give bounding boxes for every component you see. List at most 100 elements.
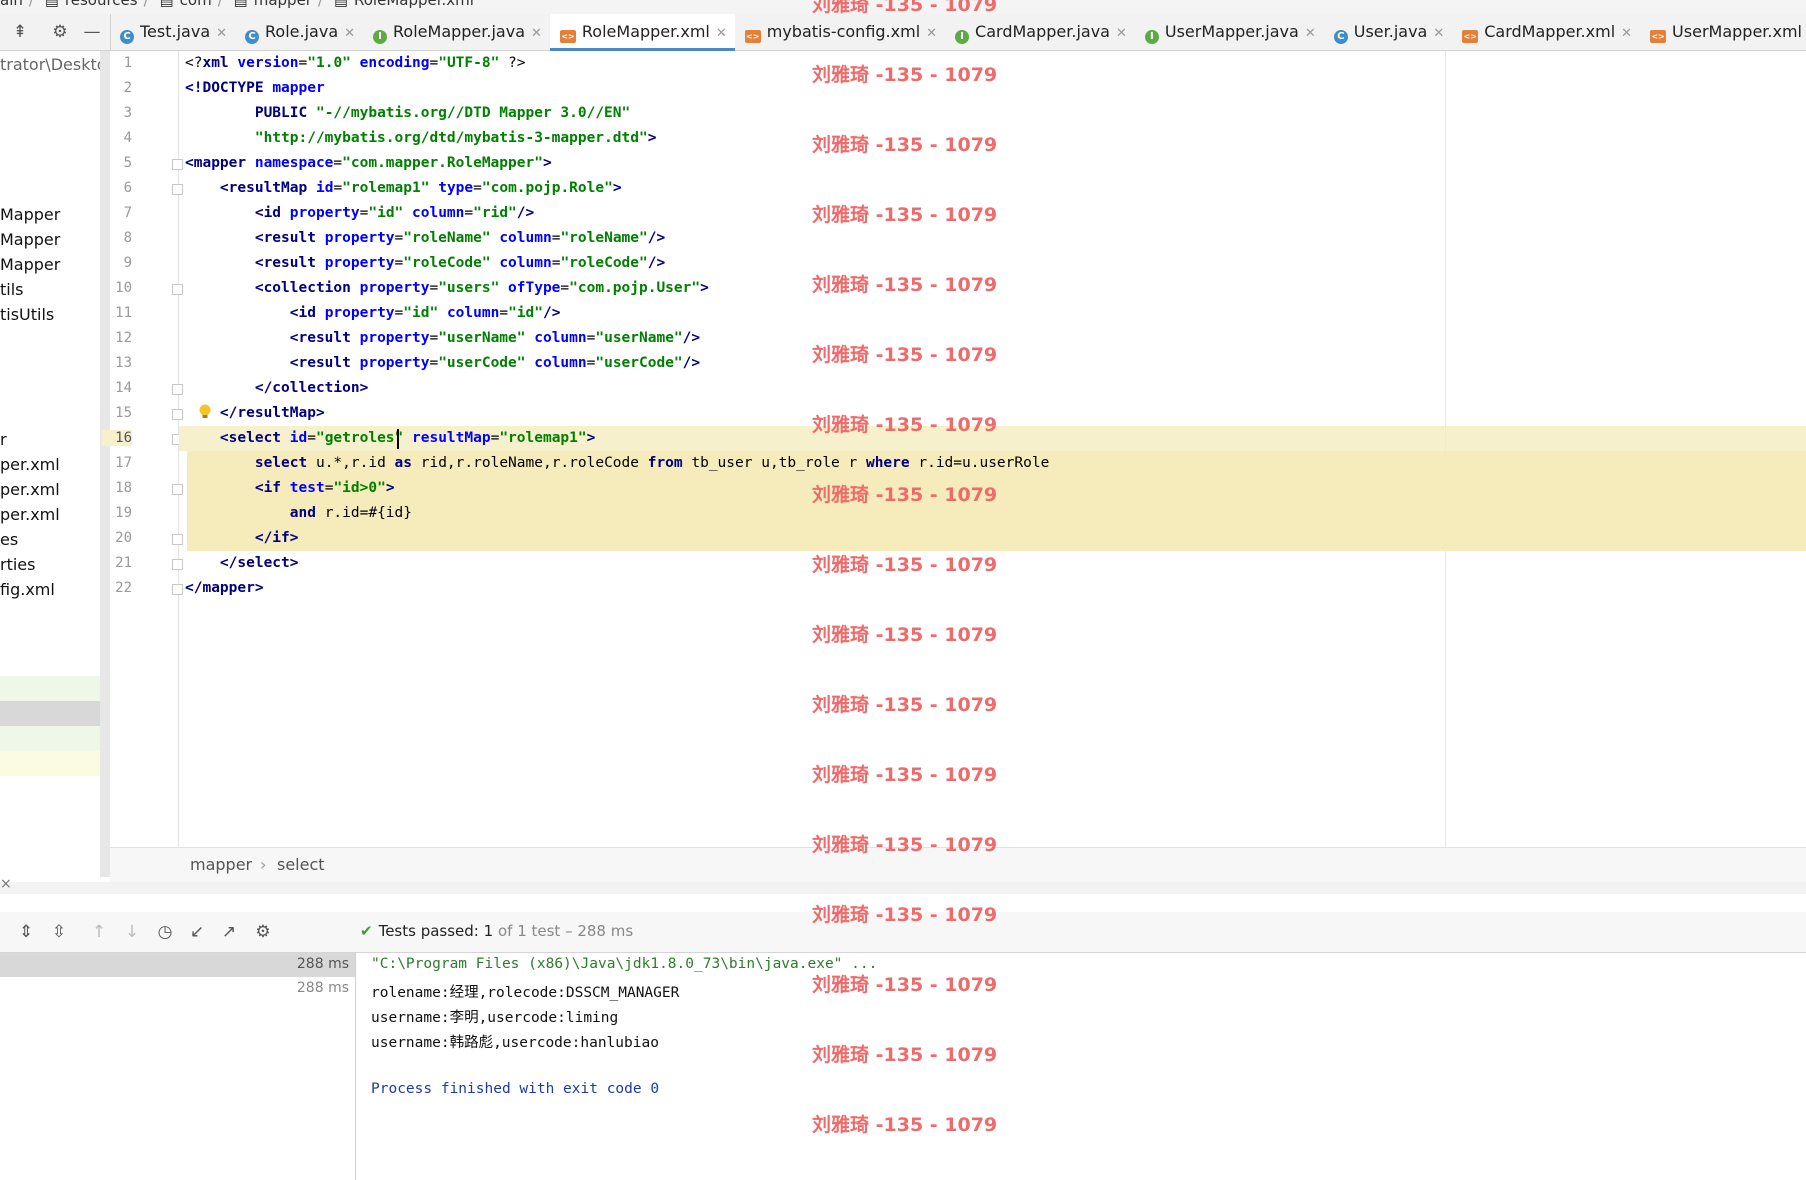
line-number: 13 bbox=[115, 355, 132, 371]
code-line-8: <result property="roleName" column="role… bbox=[254, 230, 666, 246]
line-number: 22 bbox=[115, 580, 132, 596]
tab-cardmapper-xml[interactable]: <> CardMapper.xml ✕ bbox=[1452, 14, 1640, 50]
java-interface-icon: I bbox=[955, 30, 970, 44]
xml-file-icon: <> bbox=[559, 30, 576, 43]
project-tree-item[interactable]: Mapper bbox=[0, 205, 60, 224]
project-tree-item[interactable]: Mapper bbox=[0, 255, 60, 274]
editor-tab-bar: ⇞ ⚙ — C Test.java ✕ C Role.java ✕ I RoleMapper.… bbox=[0, 14, 1806, 51]
code-line-1: <?xml version="1.0" encoding="UTF-8" ?> bbox=[185, 55, 526, 71]
project-tree-item[interactable]: per.xml bbox=[0, 480, 60, 499]
test-result-row[interactable]: 288 ms bbox=[0, 977, 355, 1001]
project-tree-item[interactable]: Mapper bbox=[0, 230, 60, 249]
code-line-15: </resultMap> bbox=[219, 405, 325, 421]
status-detail: of 1 test – 288 ms bbox=[497, 922, 634, 940]
code-line-2: <!DOCTYPE mapper bbox=[185, 80, 325, 96]
test-result-row[interactable]: 288 ms bbox=[0, 953, 355, 977]
tab-label: RoleMapper.xml bbox=[581, 22, 710, 41]
tree-selection bbox=[0, 701, 110, 726]
status-label: Tests passed: bbox=[378, 922, 479, 940]
collapse-all-icon[interactable]: ⇳ bbox=[49, 922, 69, 942]
check-icon: ✔ bbox=[360, 922, 373, 940]
export-icon[interactable]: ↗ bbox=[219, 922, 239, 942]
project-tree-item[interactable]: es bbox=[0, 530, 18, 549]
project-tree-item[interactable]: tisUtils bbox=[0, 305, 54, 324]
expand-all-icon[interactable]: ⇕ bbox=[16, 922, 36, 942]
project-tree-item[interactable]: tils bbox=[0, 280, 24, 299]
breadcrumb-item[interactable]: RoleMapper.xml bbox=[354, 0, 474, 9]
code-line-5: <mapper namespace="com.mapper.RoleMapper… bbox=[185, 155, 552, 171]
tab-user-java[interactable]: C User.java ✕ bbox=[1324, 14, 1453, 50]
close-icon[interactable]: ✕ bbox=[716, 26, 727, 41]
breadcrumb-item[interactable]: resources bbox=[65, 0, 138, 9]
right-margin-guide bbox=[1445, 51, 1446, 847]
line-number: 12 bbox=[115, 330, 132, 346]
breadcrumb-item[interactable]: ain bbox=[0, 0, 23, 9]
run-panel-header: × bbox=[0, 876, 1806, 894]
test-results-tree: 288 ms 288 ms bbox=[0, 953, 356, 1180]
close-icon[interactable]: × bbox=[0, 876, 12, 892]
line-number: 14 bbox=[115, 380, 132, 396]
tab-test-java[interactable]: C Test.java ✕ bbox=[110, 14, 235, 50]
close-icon[interactable]: ✕ bbox=[216, 26, 227, 41]
line-number: 21 bbox=[115, 555, 132, 571]
breadcrumb-item[interactable]: mapper bbox=[254, 0, 312, 9]
code-line-13: <result property="userCode" column="user… bbox=[289, 355, 701, 371]
tab-usermapper-java[interactable]: I UserMapper.java ✕ bbox=[1135, 14, 1324, 50]
code-line-3: PUBLIC "-//mybatis.org//DTD Mapper 3.0//… bbox=[254, 105, 631, 121]
xml-file-icon: <> bbox=[1650, 30, 1667, 43]
tab-cardmapper-java[interactable]: I CardMapper.java ✕ bbox=[945, 14, 1135, 50]
console-line: "C:\Program Files (x86)\Java\jdk1.8.0_73… bbox=[371, 956, 878, 972]
project-tree-item[interactable]: per.xml bbox=[0, 505, 60, 524]
editor-breadcrumb-select[interactable]: select bbox=[277, 855, 325, 874]
close-icon[interactable]: ✕ bbox=[344, 26, 355, 41]
hide-panel-icon[interactable]: — bbox=[82, 22, 102, 42]
tab-label: mybatis-config.xml bbox=[766, 22, 921, 41]
java-class-icon: C bbox=[245, 30, 260, 44]
arrow-up-icon[interactable]: ↑ bbox=[89, 922, 109, 942]
close-icon[interactable]: ✕ bbox=[531, 26, 542, 41]
tab-role-java[interactable]: C Role.java ✕ bbox=[235, 14, 363, 50]
collapse-all-icon[interactable]: ⇞ bbox=[10, 22, 30, 42]
tree-highlight bbox=[0, 676, 110, 701]
code-line-9: <result property="roleCode" column="role… bbox=[254, 255, 666, 271]
chevron-right-icon: › bbox=[260, 855, 267, 874]
close-icon[interactable]: ✕ bbox=[1433, 26, 1444, 41]
code-line-10: <collection property="users" ofType="com… bbox=[254, 280, 709, 296]
project-toolbar: ⇞ ⚙ — bbox=[0, 14, 111, 50]
xml-file-icon: ▤ bbox=[333, 0, 348, 9]
code-editor[interactable]: <?xml version="1.0" encoding="UTF-8" ?> … bbox=[179, 51, 1806, 847]
console-output[interactable]: "C:\Program Files (x86)\Java\jdk1.8.0_73… bbox=[356, 953, 1806, 1180]
project-tree-item[interactable]: per.xml bbox=[0, 455, 60, 474]
tab-mybatis-config-xml[interactable]: <> mybatis-config.xml ✕ bbox=[735, 14, 945, 50]
text-caret bbox=[397, 429, 399, 449]
line-number: 1 bbox=[123, 55, 132, 71]
import-icon[interactable]: ↙ bbox=[187, 922, 207, 942]
project-tree-item[interactable]: r bbox=[0, 430, 7, 449]
tab-rolemapper-java[interactable]: I RoleMapper.java ✕ bbox=[363, 14, 550, 50]
line-number: 11 bbox=[115, 305, 132, 321]
folder-icon: ▤ bbox=[159, 0, 174, 9]
editor-breadcrumb-mapper[interactable]: mapper bbox=[190, 855, 252, 874]
tab-usermapper-xml[interactable]: <>UserMapper.xml✕ bbox=[1640, 14, 1806, 50]
gear-icon[interactable]: ⚙ bbox=[50, 22, 70, 42]
project-tree-item[interactable]: fig.xml bbox=[0, 580, 55, 599]
tab-label: CardMapper.java bbox=[975, 22, 1110, 41]
editor-breadcrumb: mapper › select bbox=[110, 847, 1806, 883]
arrow-down-icon[interactable]: ↓ bbox=[122, 922, 142, 942]
close-icon[interactable]: ✕ bbox=[1116, 26, 1127, 41]
close-icon[interactable]: ✕ bbox=[926, 26, 937, 41]
project-tree-item[interactable]: rties bbox=[0, 555, 35, 574]
tab-label: UserMapper.java bbox=[1164, 22, 1299, 41]
run-toolbar: ⇕ ⇳ ↑ ↓ ◷ ↙ ↗ ⚙ ✔ Tests passed: 1 of 1 te… bbox=[0, 912, 1806, 953]
history-icon[interactable]: ◷ bbox=[155, 922, 175, 942]
line-number: 18 bbox=[115, 480, 132, 496]
close-icon[interactable]: ✕ bbox=[1621, 26, 1632, 41]
console-line: username:李明,usercode:liming bbox=[371, 1010, 619, 1026]
close-icon[interactable]: ✕ bbox=[1305, 26, 1316, 41]
breadcrumb-item[interactable]: com bbox=[180, 0, 212, 9]
gear-icon[interactable]: ⚙ bbox=[253, 922, 273, 942]
code-line-18: <if test="id>0"> bbox=[254, 480, 395, 496]
console-line: rolename:经理,rolecode:DSSCM_MANAGER bbox=[371, 985, 680, 1001]
tab-rolemapper-xml[interactable]: <> RoleMapper.xml ✕ bbox=[549, 14, 735, 51]
java-interface-icon: I bbox=[1144, 30, 1159, 44]
